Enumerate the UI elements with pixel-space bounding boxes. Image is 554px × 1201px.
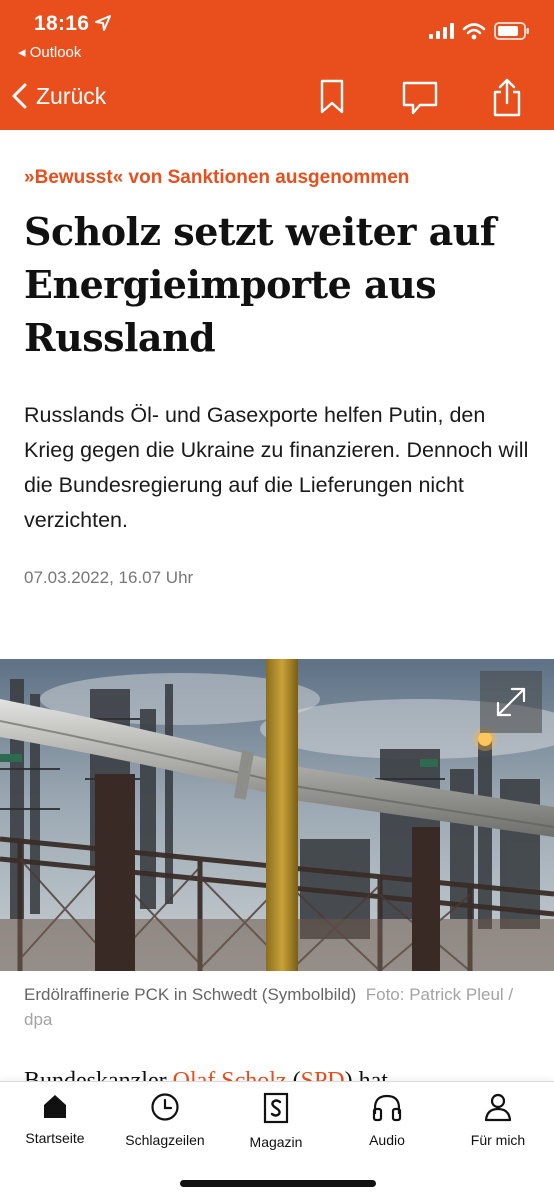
- tab-startseite[interactable]: Startseite: [0, 1092, 110, 1146]
- tab-label-audio: Audio: [369, 1132, 405, 1148]
- comment-icon[interactable]: [401, 78, 439, 116]
- back-button[interactable]: Zurück: [10, 82, 106, 110]
- home-indicator[interactable]: [180, 1180, 376, 1187]
- expand-icon: [496, 687, 526, 717]
- body-link-spd[interactable]: SPD: [301, 1068, 345, 1082]
- back-button-label: Zurück: [36, 82, 107, 109]
- tab-schlagzeilen[interactable]: Schlagzeilen: [110, 1092, 220, 1148]
- article-body: Bundeskanzler Olaf Scholz (SPD) hat: [24, 1064, 544, 1082]
- battery-icon: [494, 22, 529, 40]
- article-image[interactable]: [0, 659, 554, 971]
- article-date: 07.03.2022, 16.07 Uhr: [24, 568, 194, 587]
- body-text-end: ) hat: [344, 1068, 388, 1082]
- image-expand-button[interactable]: [480, 671, 542, 733]
- article-headline: Scholz setzt weiter auf Energieimporte a…: [24, 209, 496, 360]
- article-kicker: »Bewusst« von Sanktionen ausgenommen: [24, 167, 410, 188]
- image-caption: Erdölraffinerie PCK in Schwedt (Symbolbi…: [24, 982, 524, 1032]
- person-icon: [484, 1093, 512, 1122]
- body-link-olaf-scholz[interactable]: Olaf Scholz: [173, 1068, 287, 1082]
- top-bar: 18:16 ◂ Outlook Zurück: [0, 0, 554, 130]
- status-time: 18:16: [34, 12, 90, 35]
- tab-label-startseite: Startseite: [25, 1130, 85, 1146]
- article-lead: Russlands Öl- und Gasexporte helfen Puti…: [24, 403, 529, 532]
- tab-label-magazin: Magazin: [249, 1134, 303, 1150]
- tab-label-schlagzeilen: Schlagzeilen: [125, 1132, 205, 1148]
- status-icons: [428, 22, 530, 40]
- chevron-left-icon: [12, 83, 27, 109]
- wifi-icon: [462, 23, 486, 40]
- home-icon: [44, 1095, 66, 1118]
- bookmark-icon[interactable]: [318, 78, 346, 116]
- headphones-icon: [372, 1094, 402, 1122]
- share-icon[interactable]: [491, 78, 523, 118]
- body-text-start: Bundeskanzler: [24, 1068, 167, 1082]
- clock-icon: [151, 1093, 179, 1121]
- tab-magazin[interactable]: Magazin: [221, 1092, 331, 1150]
- image-caption-text: Erdölraffinerie PCK in Schwedt (Symbolbi…: [24, 985, 357, 1004]
- tab-label-fuer-mich: Für mich: [470, 1132, 526, 1148]
- location-arrow-icon: [95, 15, 111, 31]
- refinery-photo: [0, 659, 554, 971]
- magazine-icon: [263, 1092, 289, 1124]
- tab-audio[interactable]: Audio: [332, 1092, 442, 1148]
- tab-fuer-mich[interactable]: Für mich: [443, 1092, 553, 1148]
- body-text-mid: (: [286, 1068, 301, 1082]
- signal-icon: [429, 23, 454, 39]
- back-to-app-link[interactable]: ◂ Outlook: [18, 43, 81, 61]
